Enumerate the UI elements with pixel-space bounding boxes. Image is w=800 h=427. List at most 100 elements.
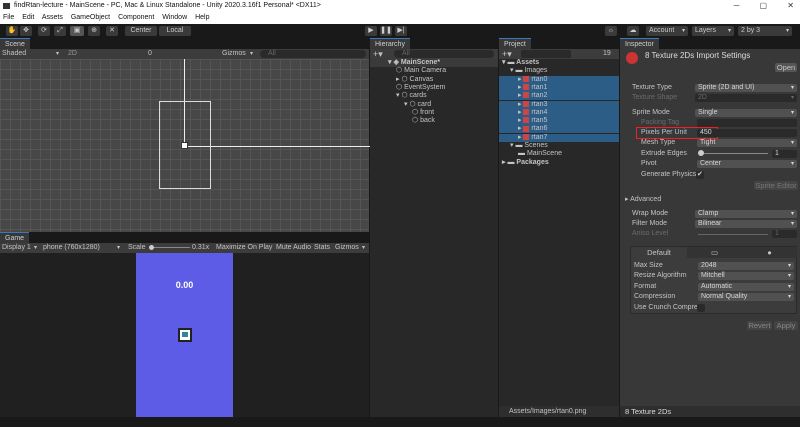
project-item[interactable]: ▾ ▬ Images — [499, 67, 619, 75]
mute-audio-toggle[interactable]: Mute Audio — [276, 243, 311, 253]
custom-tool-icon[interactable]: ✕ — [106, 26, 118, 36]
tab-platform-default[interactable]: Default — [631, 247, 687, 258]
transform-tool-icon[interactable]: ⊕ — [88, 26, 100, 36]
2d-toggle[interactable]: 2D — [68, 49, 77, 59]
resolution-dropdown[interactable]: phone (760x1280) — [43, 243, 123, 253]
project-item[interactable]: ▸ rtan7 — [499, 133, 619, 142]
project-item[interactable]: ▾ ▬ Assets — [499, 59, 619, 67]
add-button[interactable]: +▾ — [373, 49, 383, 59]
advanced-foldout[interactable]: ▸ Advanced — [625, 196, 661, 204]
foldout-arrow-icon[interactable]: ▾ — [404, 101, 408, 108]
scale-tool-icon[interactable]: ⤢ — [54, 26, 66, 36]
close-button[interactable]: ✕ — [787, 1, 794, 10]
project-item[interactable]: ▸ rtan3 — [499, 100, 619, 109]
foldout-arrow-icon[interactable]: ▾ — [510, 67, 514, 74]
move-tool-icon[interactable]: ✥ — [20, 26, 32, 36]
menu-gameobject[interactable]: GameObject — [71, 14, 110, 21]
tab-hierarchy[interactable]: Hierarchy — [370, 38, 410, 49]
tab-platform-standalone[interactable]: ▭ — [687, 247, 742, 258]
pivot-dropdown[interactable]: Center — [697, 160, 797, 168]
project-item[interactable]: ▸ rtan6 — [499, 125, 619, 134]
project-item[interactable]: ▸ rtan4 — [499, 108, 619, 117]
tab-scene[interactable]: Scene — [0, 38, 30, 49]
hierarchy-item[interactable]: ⬡ Main Camera — [370, 67, 498, 75]
project-item[interactable]: ▾ ▬ Scenes — [499, 142, 619, 150]
add-button[interactable]: +▾ — [502, 49, 512, 59]
pivot-local-button[interactable]: Local — [159, 26, 191, 36]
project-item[interactable]: ▸ rtan0 — [499, 75, 619, 84]
hierarchy-search-input[interactable]: All — [394, 50, 494, 58]
scale-slider-handle[interactable] — [149, 245, 154, 250]
hierarchy-item[interactable]: ▾ ◈ MainScene* — [370, 59, 498, 67]
hidden-packages-count[interactable]: 19 — [603, 49, 611, 59]
foldout-arrow-icon[interactable]: ▾ — [510, 142, 514, 149]
foldout-arrow-icon[interactable]: ▸ — [518, 109, 522, 116]
foldout-arrow-icon[interactable]: ▸ — [518, 134, 522, 141]
extrude-input[interactable]: 1 — [772, 150, 797, 158]
gizmos-dropdown[interactable]: Gizmos — [222, 49, 256, 59]
foldout-arrow-icon[interactable]: ▸ — [518, 92, 522, 99]
mesh-type-dropdown[interactable]: Tight — [697, 139, 797, 147]
hierarchy-item[interactable]: ▾ ⬡ card — [370, 101, 498, 109]
foldout-arrow-icon[interactable]: ▾ — [396, 92, 400, 99]
minimize-button[interactable]: ─ — [734, 1, 740, 10]
hidden-count[interactable]: 0 — [148, 49, 152, 59]
display-dropdown[interactable]: Display 1 — [2, 243, 40, 253]
account-dropdown[interactable]: Account — [646, 26, 688, 36]
hierarchy-item[interactable]: ⬡ back — [370, 117, 498, 125]
hierarchy-item[interactable]: ⬡ EventSystem — [370, 84, 498, 92]
card-sprite[interactable] — [181, 142, 188, 149]
foldout-arrow-icon[interactable]: ▾ — [388, 59, 392, 66]
hierarchy-item[interactable]: ▾ ⬡ cards — [370, 92, 498, 100]
scene-search-input[interactable]: All — [260, 50, 366, 58]
hand-tool-icon[interactable]: ✋ — [6, 26, 18, 36]
ppu-input[interactable]: 450 — [697, 129, 797, 137]
foldout-arrow-icon[interactable]: ▸ — [396, 76, 400, 83]
menu-component[interactable]: Component — [118, 14, 154, 21]
menu-edit[interactable]: Edit — [22, 14, 34, 21]
scale-slider[interactable] — [150, 247, 190, 248]
shading-dropdown[interactable]: Shaded — [2, 49, 62, 59]
rect-tool-icon[interactable]: ▣ — [70, 26, 84, 36]
filter-mode-dropdown[interactable]: Bilinear — [695, 220, 797, 228]
max-size-dropdown[interactable]: 2048 — [698, 262, 794, 270]
sprite-mode-dropdown[interactable]: Single — [695, 109, 797, 117]
tab-project[interactable]: Project — [499, 38, 531, 49]
pivot-center-button[interactable]: Center — [125, 26, 157, 36]
tab-game[interactable]: Game — [0, 232, 30, 243]
services-icon[interactable]: ☼ — [605, 26, 617, 36]
menu-help[interactable]: Help — [195, 14, 209, 21]
tab-platform-android[interactable]: ● — [742, 247, 797, 258]
tab-inspector[interactable]: Inspector — [620, 38, 659, 49]
extrude-slider-handle[interactable] — [698, 150, 704, 156]
layout-dropdown[interactable]: 2 by 3 — [738, 26, 792, 36]
maximize-button[interactable]: ▢ — [760, 1, 768, 10]
crunch-compression-checkbox[interactable] — [697, 304, 705, 312]
texture-shape-dropdown[interactable]: 2D — [695, 94, 797, 102]
project-item[interactable]: ▸ rtan1 — [499, 83, 619, 92]
wrap-mode-dropdown[interactable]: Clamp — [695, 210, 797, 218]
open-button[interactable]: Open — [775, 63, 797, 72]
scene-viewport[interactable] — [0, 59, 370, 232]
texture-type-dropdown[interactable]: Sprite (2D and UI) — [695, 84, 797, 92]
layers-dropdown[interactable]: Layers — [692, 26, 734, 36]
project-item[interactable]: ▬ MainScene — [499, 150, 619, 158]
packing-tag-input[interactable] — [697, 119, 797, 127]
foldout-arrow-icon[interactable]: ▸ — [518, 101, 522, 108]
game-gizmos-dropdown[interactable]: Gizmos — [335, 243, 368, 253]
menu-assets[interactable]: Assets — [42, 14, 63, 21]
revert-button[interactable]: Revert — [747, 321, 772, 330]
game-view[interactable]: 0.00 — [136, 253, 233, 417]
project-search-input[interactable] — [521, 50, 571, 58]
hierarchy-item[interactable]: ▸ ⬡ Canvas — [370, 76, 498, 84]
apply-button[interactable]: Apply — [774, 321, 798, 330]
pause-button[interactable]: ❚❚ — [380, 26, 392, 36]
menu-window[interactable]: Window — [162, 14, 187, 21]
rotate-tool-icon[interactable]: ⟳ — [38, 26, 50, 36]
extrude-slider[interactable] — [700, 153, 768, 154]
project-item[interactable]: ▸ ▬ Packages — [499, 159, 619, 167]
cloud-icon[interactable]: ☁ — [627, 26, 639, 36]
foldout-arrow-icon[interactable]: ▸ — [502, 159, 506, 166]
foldout-arrow-icon[interactable]: ▸ — [518, 76, 522, 83]
project-item[interactable]: ▸ rtan2 — [499, 92, 619, 101]
